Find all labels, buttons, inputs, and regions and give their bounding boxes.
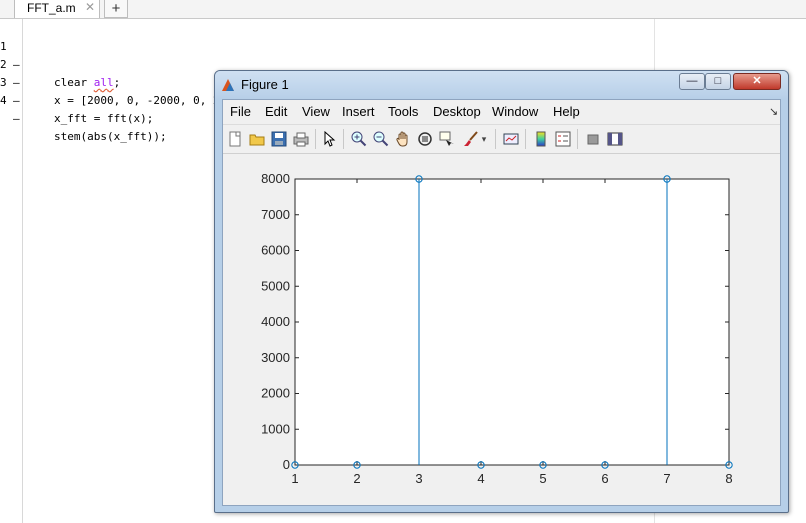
- link-plot-icon[interactable]: [503, 131, 519, 147]
- add-tab-button[interactable]: +: [104, 0, 128, 18]
- toolbar-separator: [577, 129, 578, 149]
- x-tick-label: 3: [415, 471, 422, 486]
- y-tick-label: 2000: [261, 386, 290, 401]
- y-tick-label: 0: [283, 457, 290, 472]
- edit-plot-arrow-icon[interactable]: [321, 130, 337, 147]
- menu-edit[interactable]: Edit: [265, 104, 287, 119]
- toolbar-separator: [315, 129, 316, 149]
- figure-toolbar: ▾: [223, 124, 780, 154]
- menu-tools[interactable]: Tools: [388, 104, 418, 119]
- hide-plot-tools-icon[interactable]: [585, 131, 601, 147]
- x-tick-label: 6: [601, 471, 608, 486]
- axes-box: [294, 178, 730, 466]
- y-tick-label: 1000: [261, 421, 290, 436]
- menu-desktop[interactable]: Desktop: [433, 104, 481, 119]
- insert-legend-icon[interactable]: [555, 131, 571, 147]
- axes-area[interactable]: 0 1000 2000 3000 4000 5000 6000 7000 8000 1 2 3 4 5 6 7…: [223, 154, 780, 507]
- maximize-button[interactable]: □: [705, 73, 731, 90]
- code-text: x_fft = fft(x);: [54, 112, 154, 125]
- brush-icon[interactable]: [463, 131, 479, 147]
- zoom-in-icon[interactable]: [351, 131, 367, 147]
- zoom-out-icon[interactable]: [373, 131, 389, 147]
- toolbar-separator: [343, 129, 344, 149]
- menu-help[interactable]: Help: [553, 104, 580, 119]
- x-tick-label: 2: [353, 471, 360, 486]
- open-file-icon[interactable]: [249, 131, 265, 147]
- matlab-logo-icon: [222, 79, 234, 91]
- figure-title: Figure 1: [241, 77, 289, 92]
- y-tick-label: 5000: [261, 278, 290, 293]
- breakpoint-marker[interactable]: –: [13, 110, 20, 128]
- close-button[interactable]: ✕: [733, 73, 781, 90]
- toolbar-separator: [525, 129, 526, 149]
- data-cursor-icon[interactable]: [439, 131, 455, 147]
- x-tick-label: 1: [291, 471, 298, 486]
- editor-tab-bar: FFT_a.m ✕ +: [0, 0, 806, 19]
- y-tick-label: 7000: [261, 207, 290, 222]
- x-tick-label: 5: [539, 471, 546, 486]
- figure-client-area: File Edit View Insert Tools Desktop Wind…: [222, 99, 781, 506]
- menu-insert[interactable]: Insert: [342, 104, 375, 119]
- menu-window[interactable]: Window: [492, 104, 538, 119]
- show-plot-tools-icon[interactable]: [607, 131, 623, 147]
- pan-hand-icon[interactable]: [395, 131, 411, 147]
- menu-file[interactable]: File: [230, 104, 251, 119]
- rotate-3d-icon[interactable]: [417, 131, 433, 147]
- insert-colorbar-icon[interactable]: [533, 131, 549, 147]
- line-number: 4: [0, 94, 7, 107]
- y-tick-label: 3000: [261, 350, 290, 365]
- y-tick-label: 4000: [261, 314, 290, 329]
- stem-plot[interactable]: 0 1000 2000 3000 4000 5000 6000 7000 8000 1 2 3 4 5 6 7…: [223, 154, 780, 505]
- x-tick-label: 4: [477, 471, 484, 486]
- figure-title-bar[interactable]: Figure 1 — □ ✕: [215, 71, 788, 99]
- y-tick-label: 6000: [261, 243, 290, 258]
- tab-close-icon[interactable]: ✕: [85, 0, 95, 14]
- brush-dropdown-icon[interactable]: ▾: [479, 131, 489, 147]
- code-text: stem(abs(x_fft));: [54, 130, 167, 143]
- tab-label: FFT_a.m: [27, 1, 76, 15]
- dock-figure-icon[interactable]: ↘: [769, 105, 778, 118]
- save-icon[interactable]: [271, 131, 287, 147]
- menu-view[interactable]: View: [302, 104, 330, 119]
- figure-window[interactable]: Figure 1 — □ ✕ File Edit View Insert Too…: [214, 70, 789, 513]
- tab-fft-a[interactable]: FFT_a.m ✕: [14, 0, 100, 18]
- toolbar-separator: [495, 129, 496, 149]
- code-line[interactable]: 1 – clear all;: [0, 20, 650, 89]
- minimize-button[interactable]: —: [679, 73, 705, 90]
- x-tick-label: 8: [725, 471, 732, 486]
- x-tick-label: 7: [663, 471, 670, 486]
- code-line[interactable]: 2 – x = [2000, 0, -2000, 0, 2000, 0, -20…: [0, 38, 650, 107]
- new-figure-icon[interactable]: [227, 131, 243, 147]
- y-tick-label: 8000: [261, 171, 290, 186]
- print-icon[interactable]: [293, 131, 309, 147]
- figure-menu-bar: File Edit View Insert Tools Desktop Wind…: [223, 100, 780, 122]
